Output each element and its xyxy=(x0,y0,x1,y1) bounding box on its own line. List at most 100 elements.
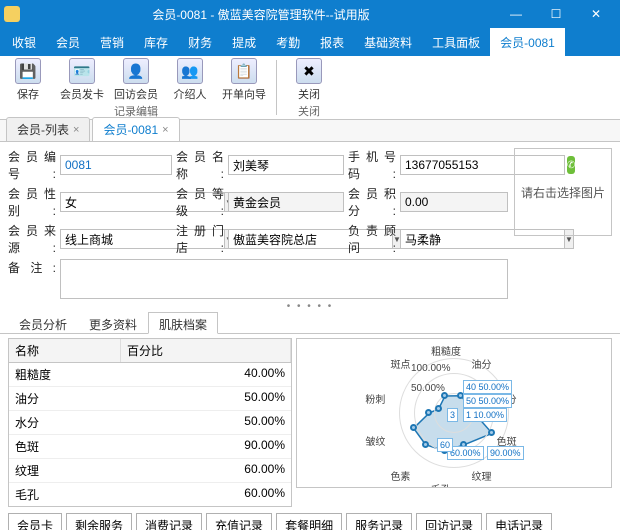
revisit-button-icon: 👤 xyxy=(123,58,149,84)
menubar: 收银会员营销库存财务提成考勤报表基础资料工具面板会员-0081 xyxy=(0,28,620,56)
close-button-icon: ✖ xyxy=(296,58,322,84)
image-placeholder-text: 请右击选择图片 xyxy=(521,184,605,201)
menu-item-8[interactable]: 基础资料 xyxy=(354,28,422,56)
label-name: 会员名称: xyxy=(176,148,224,182)
chart-tick: 50.00% xyxy=(411,383,445,394)
sub-button-0[interactable]: 会员卡 xyxy=(8,513,62,530)
sub-button-2[interactable]: 消费记录 xyxy=(136,513,202,530)
referrer-button-label: 介绍人 xyxy=(174,86,207,102)
cell-name: 色斑 xyxy=(9,435,121,458)
menu-item-1[interactable]: 会员 xyxy=(46,28,90,56)
save-button[interactable]: 💾保存 xyxy=(6,58,50,102)
maximize-button[interactable]: ☐ xyxy=(536,0,576,28)
chart-point xyxy=(422,441,429,448)
chart-tooltip: 3 xyxy=(447,408,458,422)
chart-tooltip: 1 10.00% xyxy=(463,408,507,422)
cell-name: 纹理 xyxy=(9,459,121,482)
shop-combo[interactable]: ▼ xyxy=(228,229,344,249)
close-icon[interactable]: × xyxy=(162,124,168,136)
label-shop: 注册门店: xyxy=(176,222,224,256)
table-row[interactable]: 纹理60.00% xyxy=(9,459,291,483)
inner-tabs: 会员分析更多资料肌肤档案 xyxy=(0,312,620,334)
inner-tab-1[interactable]: 更多资料 xyxy=(78,312,148,333)
splitter-dots[interactable]: • • • • • xyxy=(0,301,620,312)
th-name[interactable]: 名称 xyxy=(9,339,121,362)
menu-item-7[interactable]: 报表 xyxy=(310,28,354,56)
order-wizard-button-icon: 📋 xyxy=(231,58,257,84)
member-no-field[interactable] xyxy=(60,155,172,175)
staff-combo[interactable]: ▼ xyxy=(400,229,508,249)
sub-button-1[interactable]: 剩余服务 xyxy=(66,513,132,530)
menu-item-6[interactable]: 考勤 xyxy=(266,28,310,56)
menu-item-2[interactable]: 营销 xyxy=(90,28,134,56)
window-title: 会员-0081 - 傲蓝美容院管理软件--试用版 xyxy=(26,6,496,23)
table-row[interactable]: 水分50.00% xyxy=(9,411,291,435)
menu-item-9[interactable]: 工具面板 xyxy=(422,28,490,56)
cell-name: 毛孔 xyxy=(9,483,121,506)
label-score: 会员积分: xyxy=(348,185,396,219)
skin-table: 名称 百分比 粗糙度40.00%油分50.00%水分50.00%色斑90.00%… xyxy=(8,338,292,507)
minimize-button[interactable]: — xyxy=(496,0,536,28)
sub-button-5[interactable]: 服务记录 xyxy=(346,513,412,530)
doc-tab-1[interactable]: 会员-0081× xyxy=(92,117,179,141)
sex-combo[interactable]: ▼ xyxy=(60,192,172,212)
close-window-button[interactable]: ✕ xyxy=(576,0,616,28)
close-icon[interactable]: × xyxy=(73,124,79,136)
sub-button-4[interactable]: 套餐明细 xyxy=(276,513,342,530)
chart-tick: 100.00% xyxy=(411,363,450,374)
cell-pct: 50.00% xyxy=(121,387,291,410)
doc-tab-0[interactable]: 会员-列表× xyxy=(6,117,90,141)
menu-item-10[interactable]: 会员-0081 xyxy=(490,28,565,56)
close-button-label: 关闭 xyxy=(298,86,320,102)
referrer-button[interactable]: 👥 介绍人 xyxy=(168,58,212,102)
ribbon: 💾保存🪪会员发卡👤回访会员👥介绍人📋开单向导 记录编辑 ✖关闭 关闭 xyxy=(0,56,620,120)
th-pct[interactable]: 百分比 xyxy=(121,339,291,362)
sub-button-7[interactable]: 电话记录 xyxy=(486,513,552,530)
cell-pct: 50.00% xyxy=(121,411,291,434)
cell-pct: 60.00% xyxy=(121,483,291,506)
ribbon-caption-close: 关闭 xyxy=(287,102,331,121)
chart-axis-label: 毛孔 xyxy=(431,481,451,488)
score-field xyxy=(400,192,508,212)
table-row[interactable]: 色斑90.00% xyxy=(9,435,291,459)
chart-axis-label: 皱纹 xyxy=(365,433,385,448)
revisit-button[interactable]: 👤回访会员 xyxy=(114,58,158,102)
referrer-button-icon: 👥 xyxy=(177,58,203,84)
table-row[interactable]: 毛孔60.00% xyxy=(9,483,291,506)
label-sex: 会员性别: xyxy=(8,185,56,219)
titlebar: 会员-0081 - 傲蓝美容院管理软件--试用版 — ☐ ✕ xyxy=(0,0,620,28)
source-combo[interactable]: ▼ xyxy=(60,229,172,249)
cell-name: 水分 xyxy=(9,411,121,434)
close-button[interactable]: ✖ 关闭 xyxy=(287,58,331,102)
order-wizard-button[interactable]: 📋 开单向导 xyxy=(222,58,266,102)
sub-button-3[interactable]: 充值记录 xyxy=(206,513,272,530)
inner-tab-2[interactable]: 肌肤档案 xyxy=(148,312,218,334)
chart-tooltip: 90.00% xyxy=(487,446,524,460)
menu-item-5[interactable]: 提成 xyxy=(222,28,266,56)
chart-point xyxy=(410,424,417,431)
image-placeholder[interactable]: 请右击选择图片 xyxy=(514,148,612,236)
menu-item-3[interactable]: 库存 xyxy=(134,28,178,56)
remark-field[interactable] xyxy=(60,259,508,299)
member-name-field[interactable] xyxy=(228,155,344,175)
chart-tooltip: 40 50.00% xyxy=(463,380,512,394)
menu-item-0[interactable]: 收银 xyxy=(2,28,46,56)
table-row[interactable]: 油分50.00% xyxy=(9,387,291,411)
label-remark: 备注: xyxy=(8,259,56,299)
issue-card-button[interactable]: 🪪会员发卡 xyxy=(60,58,104,102)
table-row[interactable]: 粗糙度40.00% xyxy=(9,363,291,387)
form-area: 会员编号: 会员名称: 手机号码: ✆ 会员性别: ▼ 会员等级: 会员积分: … xyxy=(0,142,620,301)
label-level: 会员等级: xyxy=(176,185,224,219)
chart-point xyxy=(435,405,442,412)
document-tabs: 会员-列表×会员-0081× xyxy=(0,120,620,142)
menu-item-4[interactable]: 财务 xyxy=(178,28,222,56)
order-wizard-button-label: 开单向导 xyxy=(222,86,266,102)
bottom-buttons: 会员卡剩余服务消费记录充值记录套餐明细服务记录回访记录电话记录 xyxy=(0,511,620,530)
app-icon xyxy=(4,6,20,22)
inner-tab-0[interactable]: 会员分析 xyxy=(8,312,78,333)
chart-axis-label: 粉刺 xyxy=(365,391,385,406)
chart-axis-label: 粗糙度 xyxy=(431,343,461,358)
ribbon-group-edit: 💾保存🪪会员发卡👤回访会员👥介绍人📋开单向导 记录编辑 xyxy=(0,56,272,119)
cell-pct: 90.00% xyxy=(121,435,291,458)
sub-button-6[interactable]: 回访记录 xyxy=(416,513,482,530)
